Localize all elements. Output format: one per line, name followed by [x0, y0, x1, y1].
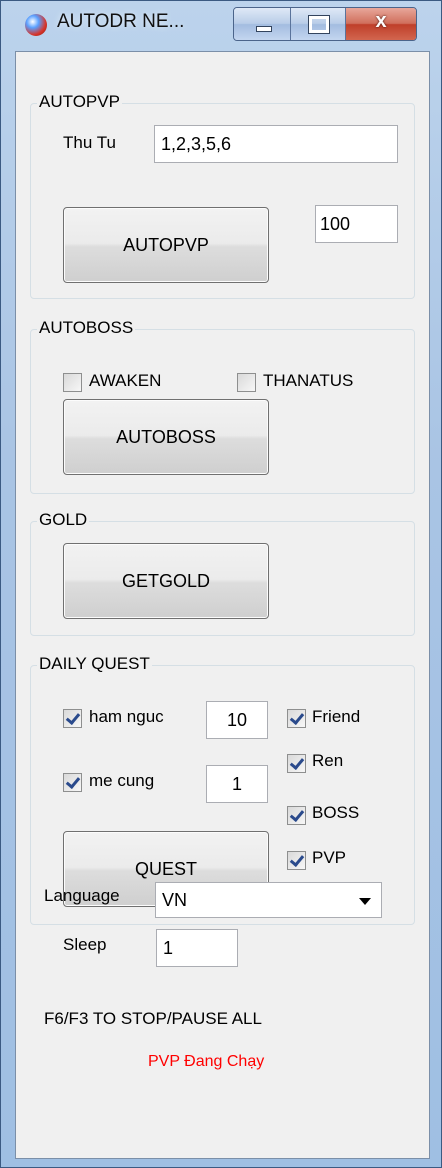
pvp-checkbox[interactable] — [287, 851, 306, 870]
caption-buttons: x — [233, 7, 417, 41]
ham-nguc-label: ham nguc — [89, 707, 164, 726]
friend-label: Friend — [312, 707, 361, 726]
autopvp-button[interactable]: AUTOPVP — [63, 207, 269, 283]
me-cung-input[interactable] — [206, 765, 268, 803]
awaken-checkbox[interactable] — [63, 373, 82, 392]
app-orb-icon — [25, 14, 47, 36]
app-window: AUTODR NE... x AUTOPVP Thu Tu AUTOPVP AU… — [0, 0, 442, 1168]
status-text: PVP Đang Chạy — [148, 1053, 265, 1070]
me-cung-checkbox[interactable] — [63, 773, 82, 792]
awaken-label: AWAKEN — [89, 371, 162, 390]
thanatus-checkbox[interactable] — [237, 373, 256, 392]
autoboss-button[interactable]: AUTOBOSS — [63, 399, 269, 475]
thanatus-label: THANATUS — [263, 371, 354, 390]
minimize-button[interactable] — [234, 8, 291, 40]
sleep-input[interactable] — [156, 929, 238, 967]
boss-label: BOSS — [312, 803, 360, 822]
getgold-button[interactable]: GETGOLD — [63, 543, 269, 619]
me-cung-label: me cung — [89, 771, 155, 790]
group-autoboss-label: AUTOBOSS — [37, 317, 136, 339]
boss-checkbox[interactable] — [287, 806, 306, 825]
friend-checkbox[interactable] — [287, 709, 306, 728]
pvp-label: PVP — [312, 848, 347, 867]
thutu-label: Thu Tu — [63, 133, 116, 152]
group-daily-quest-label: DAILY QUEST — [37, 653, 152, 675]
language-label: Language — [44, 886, 120, 905]
maximize-icon — [308, 15, 330, 34]
thutu-input[interactable] — [154, 125, 398, 163]
close-button[interactable]: x — [346, 8, 416, 40]
chevron-down-icon[interactable] — [359, 898, 371, 905]
pvp-count-input[interactable] — [315, 205, 398, 243]
ham-nguc-input[interactable] — [206, 701, 268, 739]
maximize-button[interactable] — [291, 8, 346, 40]
language-select-value: VN — [162, 890, 188, 910]
ham-nguc-checkbox[interactable] — [63, 709, 82, 728]
group-autopvp-label: AUTOPVP — [37, 91, 122, 113]
group-gold-label: GOLD — [37, 509, 90, 531]
window-title: AUTODR NE... — [57, 11, 185, 32]
title-bar[interactable]: AUTODR NE... x — [1, 1, 441, 51]
minimize-icon — [256, 26, 272, 32]
ren-label: Ren — [312, 751, 344, 770]
sleep-label: Sleep — [63, 935, 107, 954]
ren-checkbox[interactable] — [287, 754, 306, 773]
language-select[interactable]: VN — [155, 882, 382, 918]
close-icon: x — [375, 10, 387, 32]
hint-text: F6/F3 TO STOP/PAUSE ALL — [44, 1009, 262, 1028]
